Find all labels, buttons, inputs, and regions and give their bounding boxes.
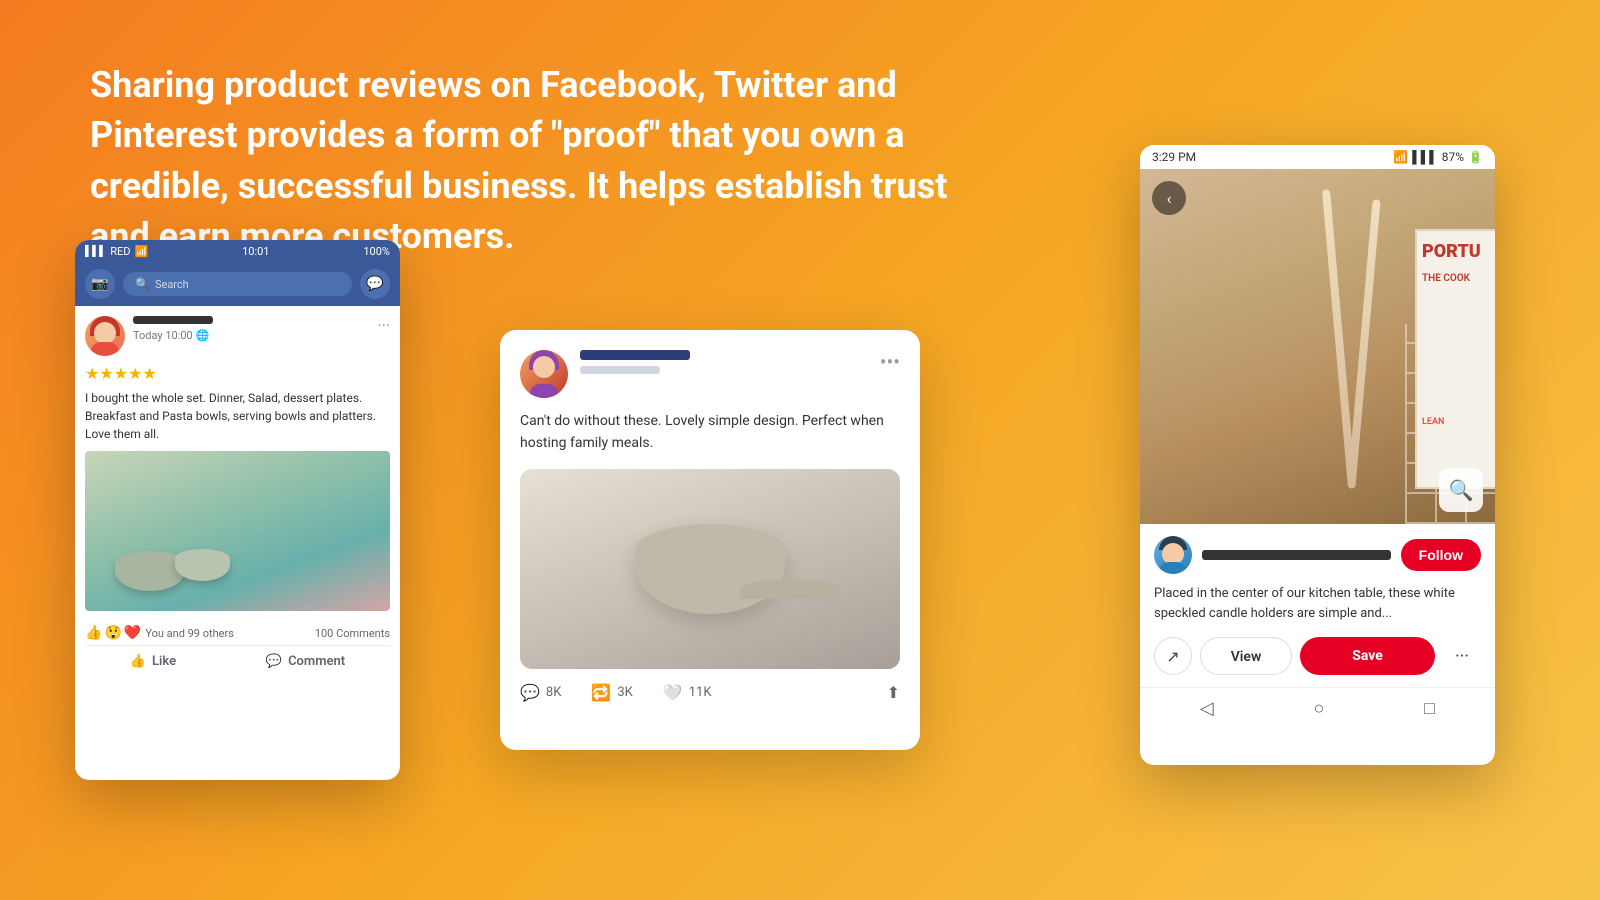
fb-comment-label: Comment [288, 654, 345, 669]
tw-like-count: 11K [689, 685, 712, 700]
fb-comment-button[interactable]: 💬 Comment [266, 654, 345, 669]
pin-user-avatar [1154, 536, 1192, 574]
fb-review-text: I bought the whole set. Dinner, Salad, d… [85, 389, 390, 443]
fb-toolbar: 📷 🔍 Search 💬 [75, 262, 400, 306]
tw-like-action[interactable]: 🤍 11K [663, 683, 712, 702]
pin-save-button[interactable]: Save [1300, 637, 1435, 675]
tw-tweet-text: Can't do without these. Lovely simple de… [520, 410, 900, 455]
fb-search-box[interactable]: 🔍 Search [123, 272, 352, 296]
fb-timestamp: Today 10:00 🌐 [133, 329, 377, 342]
fb-messenger-icon[interactable]: 💬 [360, 269, 390, 299]
tw-action-bar: 💬 8K 🔁 3K 🤍 11K ⬆ [520, 683, 900, 702]
fb-thumbs-up-icon: 👍 [130, 654, 146, 669]
fb-search-placeholder: Search [155, 278, 189, 291]
pin-nav-back-icon[interactable]: ◁ [1200, 698, 1214, 719]
pin-product-image: ‹ PORTU THE COOK LEAN 🔍 [1140, 169, 1495, 524]
pin-share-button[interactable]: ↗ [1154, 637, 1192, 675]
twitter-phone: ••• Can't do without these. Lovely simpl… [500, 330, 920, 750]
fb-like-label: Like [152, 654, 176, 669]
fb-comment-count: 100 Comments [315, 627, 390, 640]
tw-bowl-decoration [635, 524, 785, 614]
pin-signal-icon: ▌▌▌ [1412, 150, 1438, 164]
fb-bowl-decoration-2 [175, 549, 230, 581]
pin-time: 3:29 PM [1152, 150, 1196, 164]
tw-retweet-icon: 🔁 [591, 683, 611, 702]
pin-wifi-icon: 📶 [1393, 150, 1408, 164]
pin-description-text: Placed in the center of our kitchen tabl… [1154, 584, 1481, 623]
fb-post: Today 10:00 🌐 ··· ★★★★★ I bought the who… [75, 306, 400, 687]
pin-book-title-text: PORTU [1417, 231, 1495, 273]
fb-post-meta: Today 10:00 🌐 [133, 316, 377, 342]
tw-username-bar [580, 350, 690, 360]
tw-share-button[interactable]: ⬆ [887, 683, 900, 702]
pin-follow-button[interactable]: Follow [1401, 539, 1481, 571]
pin-content-area: Follow Placed in the center of our kitch… [1140, 524, 1495, 687]
fb-wow-icon: 😲 [104, 625, 121, 641]
fb-time: 10:01 [242, 245, 269, 258]
pin-action-row: ↗ View Save ··· [1154, 637, 1481, 675]
fb-camera-icon[interactable]: 📷 [85, 269, 115, 299]
pin-view-button[interactable]: View [1200, 637, 1292, 675]
fb-like-icon: 👍 [85, 625, 102, 641]
fb-reaction-icons: 👍 😲 ❤️ [85, 625, 141, 641]
tw-post-menu-dots[interactable]: ••• [880, 350, 900, 374]
pin-nav-square-icon[interactable]: □ [1424, 698, 1435, 719]
fb-status-left: ▌▌▌ RED 📶 [85, 245, 148, 258]
pin-status-bar: 3:29 PM 📶 ▌▌▌ 87% 🔋 [1140, 145, 1495, 169]
fb-wifi-icon: 📶 [135, 245, 149, 258]
tw-post-meta [580, 350, 880, 374]
pin-back-button[interactable]: ‹ [1152, 181, 1186, 215]
tw-retweet-action[interactable]: 🔁 3K [591, 683, 632, 702]
fb-like-button[interactable]: 👍 Like [130, 654, 176, 669]
fb-star-rating: ★★★★★ [85, 364, 390, 383]
fb-status-bar: ▌▌▌ RED 📶 10:01 100% [75, 240, 400, 262]
fb-post-menu-dots[interactable]: ··· [377, 316, 390, 335]
pin-more-button[interactable]: ··· [1443, 637, 1481, 675]
pin-nav-home-icon[interactable]: ○ [1314, 698, 1325, 719]
pin-nav-bar: ◁ ○ □ [1140, 687, 1495, 729]
tw-retweet-count: 3K [617, 685, 632, 700]
pin-book-decoration: PORTU THE COOK LEAN [1415, 229, 1495, 489]
facebook-phone: ▌▌▌ RED 📶 10:01 100% 📷 🔍 Search 💬 [75, 240, 400, 780]
pin-book-extra-text: LEAN [1422, 417, 1444, 427]
tw-upload-icon: ⬆ [887, 683, 900, 702]
fb-reaction-count: You and 99 others [145, 627, 234, 640]
tw-post-header: ••• [520, 350, 900, 398]
fb-comment-bubble-icon: 💬 [266, 654, 282, 669]
pin-status-right: 📶 ▌▌▌ 87% 🔋 [1393, 150, 1483, 164]
tw-heart-icon: 🤍 [663, 683, 683, 702]
pin-username-bar [1202, 550, 1391, 560]
tw-handle-bar [580, 366, 660, 374]
tw-user-avatar [520, 350, 568, 398]
pin-battery-icon: 🔋 [1468, 150, 1483, 164]
fb-heart-icon: ❤️ [124, 625, 141, 641]
pin-battery-level: 87% [1442, 150, 1464, 164]
tw-comment-icon: 💬 [520, 683, 540, 702]
fb-post-header: Today 10:00 🌐 ··· [85, 316, 390, 356]
fb-reactions-bar: 👍 😲 ❤️ You and 99 others 100 Comments [85, 621, 390, 646]
pin-lens-button[interactable]: 🔍 [1439, 468, 1483, 512]
tw-comment-count: 8K [546, 685, 561, 700]
fb-username-bar [133, 316, 213, 324]
headline-text: Sharing product reviews on Facebook, Twi… [90, 60, 990, 262]
fb-post-image [85, 451, 390, 611]
fb-carrier: RED [110, 245, 130, 258]
pin-user-row: Follow [1154, 536, 1481, 574]
fb-signal-icon: ▌▌▌ [85, 246, 106, 257]
pinterest-phone: 3:29 PM 📶 ▌▌▌ 87% 🔋 ‹ PORTU THE COOK LEA… [1140, 145, 1495, 765]
pin-share-icon-glyph: ↗ [1166, 647, 1179, 666]
tw-comment-action[interactable]: 💬 8K [520, 683, 561, 702]
tw-bowl-lid-decoration [740, 579, 840, 599]
fb-user-avatar [85, 316, 125, 356]
tw-post-image [520, 469, 900, 669]
fb-action-bar: 👍 Like 💬 Comment [85, 646, 390, 677]
fb-battery: 100% [363, 245, 390, 258]
fb-search-icon: 🔍 [135, 277, 150, 291]
pin-book-subtitle-text: THE COOK [1417, 273, 1495, 284]
pin-chopstick-2 [1347, 199, 1380, 489]
